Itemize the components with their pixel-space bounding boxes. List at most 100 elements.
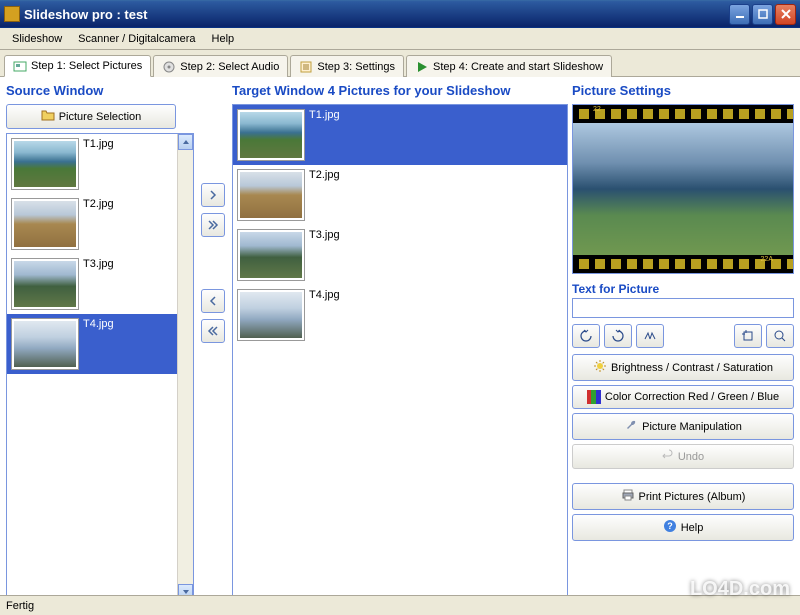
tab-label: Step 3: Settings: [317, 61, 395, 73]
settings-heading: Picture Settings: [572, 83, 794, 98]
target-item[interactable]: T2.jpg: [233, 165, 567, 225]
item-label: T4.jpg: [309, 289, 340, 301]
close-button[interactable]: [775, 4, 796, 25]
help-button[interactable]: ? Help: [572, 514, 794, 541]
source-item[interactable]: T1.jpg: [7, 134, 193, 194]
app-icon: [4, 6, 20, 22]
rotate-left-button[interactable]: [572, 324, 600, 348]
tab-step3[interactable]: Step 3: Settings: [290, 55, 404, 77]
button-label: Undo: [678, 451, 704, 463]
thumbnail: [237, 109, 305, 161]
target-column: Target Window 4 Pictures for your Slides…: [232, 83, 568, 601]
undo-button: Undo: [572, 444, 794, 469]
maximize-button[interactable]: [752, 4, 773, 25]
picture-selection-button[interactable]: Picture Selection: [6, 104, 176, 129]
folder-icon: [41, 108, 55, 125]
add-button[interactable]: [201, 183, 225, 207]
tab-step2[interactable]: Step 2: Select Audio: [153, 55, 288, 77]
button-label: Color Correction Red / Green / Blue: [605, 391, 779, 403]
tab-label: Step 4: Create and start Slideshow: [433, 61, 603, 73]
item-label: T1.jpg: [309, 109, 340, 121]
titlebar: Slideshow pro : test: [0, 0, 800, 28]
menubar: Slideshow Scanner / Digitalcamera Help: [0, 28, 800, 50]
menu-scanner[interactable]: Scanner / Digitalcamera: [70, 31, 203, 47]
window-title: Slideshow pro : test: [24, 7, 729, 22]
button-label: Picture Selection: [59, 111, 142, 123]
item-label: T4.jpg: [83, 318, 114, 330]
brightness-icon: [593, 359, 607, 376]
source-column: Source Window Picture Selection T1.jpg T…: [6, 83, 194, 601]
target-list[interactable]: T1.jpg T2.jpg T3.jpg T4.jpg: [232, 104, 568, 601]
target-item[interactable]: T3.jpg: [233, 225, 567, 285]
button-label: Picture Manipulation: [642, 421, 742, 433]
thumbnail: [11, 318, 79, 370]
thumbnail: [237, 229, 305, 281]
color-correction-button[interactable]: Color Correction Red / Green / Blue: [572, 385, 794, 409]
source-item[interactable]: T4.jpg: [7, 314, 193, 374]
item-label: T1.jpg: [83, 138, 114, 150]
help-icon: ?: [663, 519, 677, 536]
rotation-toolbar: [572, 324, 794, 348]
zoom-button[interactable]: [766, 324, 794, 348]
status-text: Fertig: [6, 600, 34, 612]
scroll-track[interactable]: [178, 150, 193, 584]
source-heading: Source Window: [6, 83, 194, 98]
printer-icon: [621, 488, 635, 505]
audio-icon: [162, 60, 176, 74]
item-label: T2.jpg: [309, 169, 340, 181]
text-for-picture-label: Text for Picture: [572, 282, 794, 296]
crop-button[interactable]: [734, 324, 762, 348]
add-all-button[interactable]: [201, 213, 225, 237]
wrench-icon: [624, 418, 638, 435]
transfer-column: [198, 83, 228, 601]
thumbnail: [11, 258, 79, 310]
thumbnail: [11, 198, 79, 250]
picture-preview: 22 22A: [572, 104, 794, 274]
button-label: Help: [681, 522, 704, 534]
tab-label: Step 1: Select Pictures: [31, 60, 142, 72]
flip-horizontal-button[interactable]: [636, 324, 664, 348]
source-list[interactable]: T1.jpg T2.jpg T3.jpg T4.jpg: [6, 133, 194, 601]
svg-text:?: ?: [667, 521, 673, 531]
play-icon: [415, 60, 429, 74]
settings-column: Picture Settings 22 22A Text for Picture: [572, 83, 794, 601]
item-label: T3.jpg: [83, 258, 114, 270]
statusbar: Fertig: [0, 595, 800, 615]
picture-text-input[interactable]: [572, 298, 794, 318]
target-item[interactable]: T1.jpg: [233, 105, 567, 165]
tab-step4[interactable]: Step 4: Create and start Slideshow: [406, 55, 612, 77]
tab-step1[interactable]: Step 1: Select Pictures: [4, 55, 151, 77]
thumbnail: [11, 138, 79, 190]
tab-label: Step 2: Select Audio: [180, 61, 279, 73]
item-label: T2.jpg: [83, 198, 114, 210]
preview-image: [573, 123, 793, 255]
button-label: Print Pictures (Album): [639, 491, 746, 503]
thumbnail: [237, 169, 305, 221]
menu-slideshow[interactable]: Slideshow: [4, 31, 70, 47]
target-item[interactable]: T4.jpg: [233, 285, 567, 345]
tabbar: Step 1: Select Pictures Step 2: Select A…: [0, 50, 800, 77]
remove-button[interactable]: [201, 289, 225, 313]
scrollbar[interactable]: [177, 134, 193, 600]
film-strip-top: 22: [573, 105, 793, 123]
undo-icon: [662, 449, 674, 464]
main-panel: Source Window Picture Selection T1.jpg T…: [0, 77, 800, 607]
source-item[interactable]: T2.jpg: [7, 194, 193, 254]
rotate-right-button[interactable]: [604, 324, 632, 348]
print-button[interactable]: Print Pictures (Album): [572, 483, 794, 510]
film-strip-bottom: 22A: [573, 255, 793, 273]
scroll-up-button[interactable]: [178, 134, 193, 150]
source-item[interactable]: T3.jpg: [7, 254, 193, 314]
target-heading: Target Window 4 Pictures for your Slides…: [232, 83, 568, 98]
item-label: T3.jpg: [309, 229, 340, 241]
settings-icon: [299, 60, 313, 74]
pictures-icon: [13, 59, 27, 73]
rgb-icon: [587, 390, 601, 404]
picture-manipulation-button[interactable]: Picture Manipulation: [572, 413, 794, 440]
brightness-button[interactable]: Brightness / Contrast / Saturation: [572, 354, 794, 381]
minimize-button[interactable]: [729, 4, 750, 25]
thumbnail: [237, 289, 305, 341]
remove-all-button[interactable]: [201, 319, 225, 343]
button-label: Brightness / Contrast / Saturation: [611, 362, 773, 374]
menu-help[interactable]: Help: [204, 31, 243, 47]
